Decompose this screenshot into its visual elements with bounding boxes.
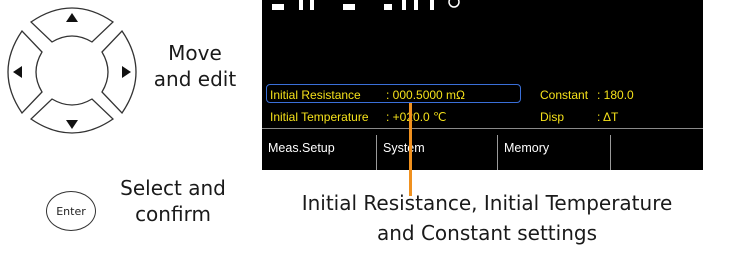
softkey-empty[interactable] [611, 135, 703, 170]
softkey-system[interactable]: System [377, 135, 497, 170]
initial-temperature-value[interactable]: : +020.0 ℃ [386, 110, 447, 124]
softkey-meas-setup[interactable]: Meas.Setup [262, 135, 376, 170]
move-label-line2: and edit [153, 67, 237, 91]
callout-caption: Initial Resistance, Initial Temperature … [252, 188, 722, 248]
select-label-line2: confirm [135, 202, 211, 226]
cropped-header [262, 0, 703, 14]
initial-resistance-value[interactable]: : 000.5000 mΩ [386, 88, 465, 102]
caption-line1: Initial Resistance, Initial Temperature [301, 191, 673, 215]
softkey-memory[interactable]: Memory [498, 135, 610, 170]
constant-value[interactable]: : 180.0 [597, 88, 634, 102]
initial-resistance-label[interactable]: Initial Resistance [270, 88, 361, 102]
move-label-line1: Move [168, 41, 222, 65]
enter-key[interactable]: Enter [46, 191, 96, 231]
enter-key-text: Enter [56, 204, 86, 218]
constant-label[interactable]: Constant [540, 88, 588, 102]
caption-line2: and Constant settings [376, 221, 597, 245]
select-label-line1: Select and [120, 176, 226, 200]
disp-label[interactable]: Disp [540, 110, 564, 124]
softkey-divider [262, 128, 703, 129]
callout-line [409, 103, 412, 196]
disp-value[interactable]: : ΔT [597, 110, 618, 124]
move-edit-label: Move and edit [140, 40, 250, 92]
direction-pad [7, 7, 137, 134]
initial-temperature-label[interactable]: Initial Temperature [270, 110, 369, 124]
select-confirm-label: Select and confirm [108, 175, 238, 227]
softkey-bar: Meas.Setup System Memory [262, 135, 703, 170]
device-screen: Initial Resistance : 000.5000 mΩ Constan… [262, 0, 703, 170]
